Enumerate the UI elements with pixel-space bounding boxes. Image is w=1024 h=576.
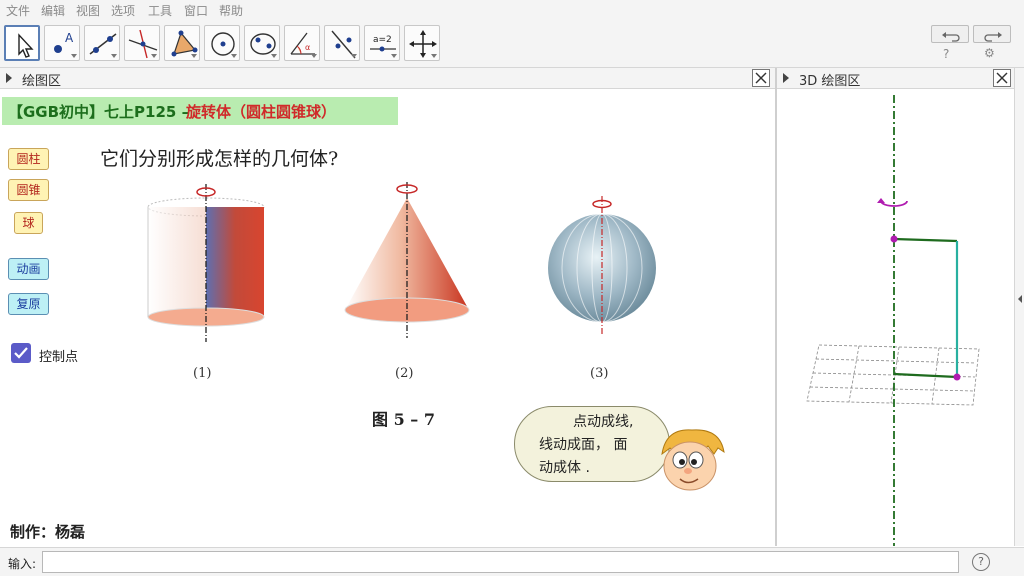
menu-bar: 文件 编辑 视图 选项 工具 窗口 帮助: [0, 0, 1024, 20]
title-banner: 【GGB初中】七上P125 – 旋转体（圆柱圆锥球）: [2, 97, 398, 125]
expand-arrow-icon: [1018, 295, 1022, 303]
graphics-panel-title: 绘图区: [22, 74, 62, 89]
menu-view[interactable]: 视图: [76, 2, 100, 19]
slider-tool-button[interactable]: a=2: [364, 25, 400, 61]
banner-topic: 旋转体（圆柱圆锥球）: [186, 103, 337, 121]
3d-scene: [806, 95, 980, 546]
caption-3: (3): [590, 366, 609, 381]
cursor-arrow-icon: [18, 33, 34, 58]
caption-1: (1): [193, 366, 212, 381]
input-label: 输入:: [8, 557, 37, 571]
cone-button[interactable]: 圆锥: [8, 179, 49, 201]
redo-icon: [984, 32, 1002, 42]
graphics3d-panel-title: 3D 绘图区: [799, 74, 861, 89]
undo-icon: [942, 32, 960, 42]
author-label: 制作：杨磊: [10, 523, 86, 541]
menu-tools[interactable]: 工具: [148, 2, 172, 19]
close-graphics-button[interactable]: [752, 69, 770, 87]
move-view-tool-button[interactable]: [404, 25, 440, 61]
speech-bubble: 点动成线, 线动成面， 面 动成体 .: [514, 406, 670, 482]
input-field[interactable]: [42, 551, 959, 573]
bubble-line-2: 线动成面， 面: [539, 437, 628, 453]
svg-text:a=2: a=2: [373, 35, 392, 45]
control-points-checkbox[interactable]: [11, 343, 31, 363]
reflect-tool-button[interactable]: [324, 25, 360, 61]
side-collapse-strip[interactable]: [1014, 68, 1024, 546]
help-icon[interactable]: ?: [943, 47, 949, 61]
close-icon: [755, 72, 767, 84]
menu-edit[interactable]: 编辑: [41, 2, 65, 19]
control-point: [953, 373, 961, 381]
banner-prefix: 【GGB初中】七上P125 –: [8, 103, 190, 121]
caption-2: (2): [395, 366, 414, 381]
collapse-triangle-icon[interactable]: [6, 73, 12, 83]
svg-text:A: A: [65, 31, 74, 45]
settings-icon[interactable]: ⚙: [984, 46, 995, 60]
point-tool-button[interactable]: A: [44, 25, 80, 61]
redo-button[interactable]: [973, 25, 1011, 43]
input-bar: 输入: ?: [0, 547, 1024, 576]
sphere-button[interactable]: 球: [14, 212, 43, 234]
sphere-figure: [548, 196, 656, 336]
cone-figure: [344, 182, 470, 338]
graphics3d-panel-header: 3D 绘图区: [777, 68, 1014, 89]
figure-title: 图 5 – 7: [372, 410, 435, 429]
undo-button[interactable]: [931, 25, 969, 43]
polygon-tool-button[interactable]: [164, 25, 200, 61]
angle-tool-button[interactable]: α: [284, 25, 320, 61]
close-graphics3d-button[interactable]: [993, 69, 1011, 87]
cylinder-button[interactable]: 圆柱: [8, 148, 49, 170]
control-points-label: 控制点: [39, 350, 79, 365]
cartoon-boy-image: [661, 429, 725, 491]
geogebra-window: 文件 编辑 视图 选项 工具 窗口 帮助 A α a=2 ? ⚙ 绘图区 3D …: [0, 0, 1024, 576]
graphics-panel-header: 绘图区: [0, 68, 775, 89]
graphics-view[interactable]: 【GGB初中】七上P125 – 旋转体（圆柱圆锥球） 圆柱 圆锥 球 动画 复原…: [0, 90, 775, 546]
collapse-triangle-icon[interactable]: [783, 73, 789, 83]
perpendicular-tool-button[interactable]: [124, 25, 160, 61]
bubble-line-3: 动成体 .: [539, 460, 590, 476]
circle-tool-button[interactable]: [204, 25, 240, 61]
reset-button[interactable]: 复原: [8, 293, 49, 315]
animate-button[interactable]: 动画: [8, 258, 49, 280]
control-point: [890, 235, 898, 243]
checkmark-icon: [14, 347, 28, 359]
menu-options[interactable]: 选项: [111, 2, 135, 19]
bubble-line-1: 点动成线,: [573, 414, 634, 430]
close-icon: [996, 72, 1008, 84]
toolbar: A α a=2 ? ⚙: [0, 20, 1024, 68]
question-text: 它们分别形成怎样的几何体?: [100, 148, 339, 170]
move-tool-button[interactable]: [4, 25, 40, 61]
line-tool-button[interactable]: [84, 25, 120, 61]
svg-text:α: α: [305, 43, 310, 52]
menu-help[interactable]: 帮助: [219, 2, 243, 19]
menu-file[interactable]: 文件: [6, 2, 30, 19]
input-help-icon[interactable]: ?: [972, 553, 990, 571]
cylinder-figure: [147, 184, 265, 342]
conic-tool-button[interactable]: [244, 25, 280, 61]
menu-window[interactable]: 窗口: [184, 2, 208, 19]
xy-plane-grid: [806, 344, 980, 406]
graphics3d-view[interactable]: [777, 90, 1014, 546]
